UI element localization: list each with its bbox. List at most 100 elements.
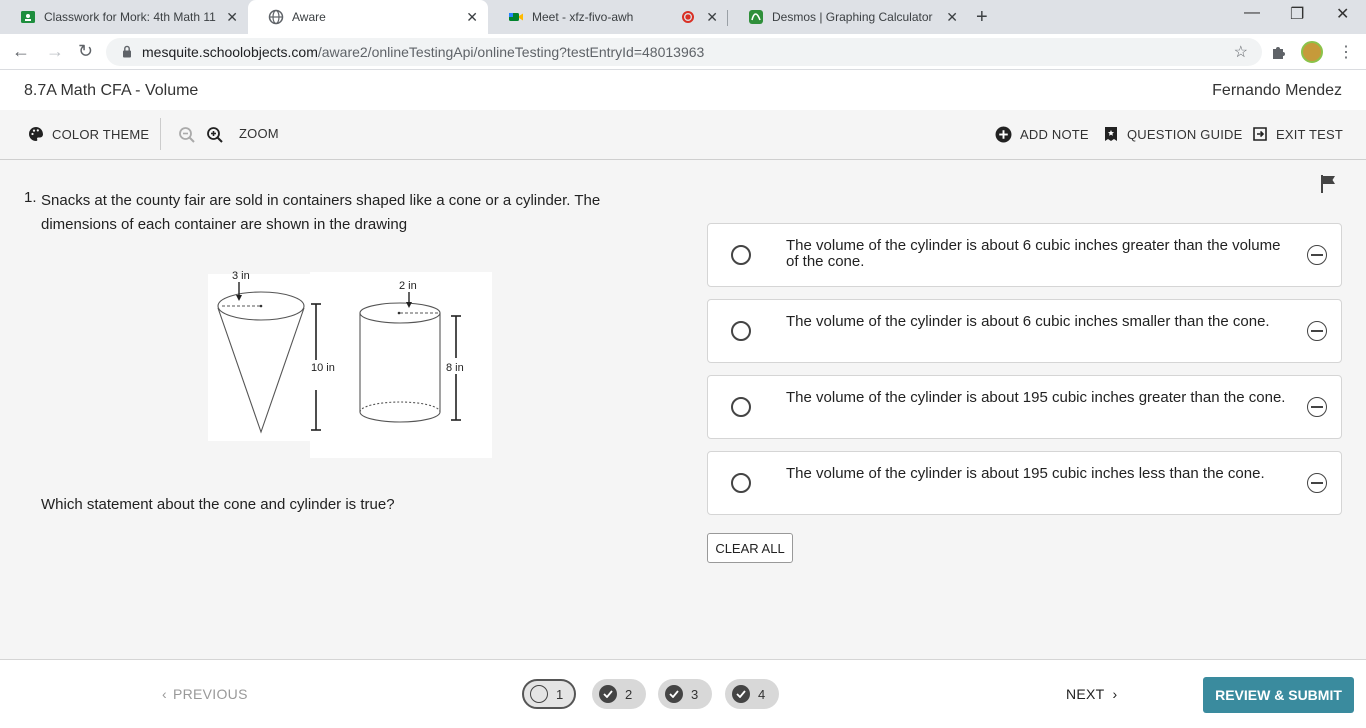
- question-nav-label: 2: [625, 686, 633, 702]
- color-theme-label: COLOR THEME: [52, 126, 150, 142]
- reload-icon[interactable]: ↻: [78, 41, 93, 62]
- address-bar[interactable]: mesquite.schoolobjects.com/aware2/online…: [106, 38, 1262, 66]
- tab-meet[interactable]: Meet - xfz-fivo-awh ✕: [488, 0, 728, 34]
- back-icon[interactable]: ←: [12, 41, 30, 62]
- question-nav-1[interactable]: 1: [522, 679, 576, 709]
- question-guide-label: QUESTION GUIDE: [1127, 126, 1243, 142]
- question-nav-label: 1: [556, 686, 564, 702]
- answer-choice-text: The volume of the cylinder is about 6 cu…: [786, 237, 1281, 270]
- profile-avatar[interactable]: [1301, 41, 1323, 63]
- answer-choice-text: The volume of the cylinder is about 6 cu…: [786, 313, 1270, 330]
- globe-icon: [268, 9, 284, 25]
- answer-choice[interactable]: The volume of the cylinder is about 195 …: [707, 375, 1342, 439]
- close-tab-icon[interactable]: ✕: [466, 9, 478, 26]
- browser-tabbar: Classwork for Mork: 4th Math 11 ✕ Aware …: [0, 0, 1366, 34]
- desmos-icon: [749, 10, 763, 24]
- question-guide-button[interactable]: QUESTION GUIDE: [1103, 126, 1242, 142]
- palette-icon: [29, 127, 43, 141]
- cone-cylinder-figure: 3 in 10 in 2 in 8 in: [208, 270, 492, 458]
- new-tab-icon[interactable]: +: [976, 6, 988, 29]
- review-submit-button[interactable]: REVIEW & SUBMIT: [1203, 677, 1354, 713]
- question-nav-label: 4: [758, 686, 766, 702]
- answer-choice-text: The volume of the cylinder is about 195 …: [786, 465, 1265, 482]
- google-classroom-icon: [21, 11, 35, 23]
- cylinder-height-label: 8 in: [446, 362, 464, 374]
- eliminate-choice-icon[interactable]: [1307, 473, 1327, 493]
- test-header: 8.7A Math CFA - Volume Fernando Mendez: [0, 70, 1366, 110]
- question-number: 1.: [24, 189, 37, 206]
- browser-toolbar: ← → ↻ mesquite.schoolobjects.com/aware2/…: [0, 34, 1366, 70]
- minimize-icon[interactable]: —: [1244, 4, 1260, 22]
- chevron-left-icon: ‹: [162, 686, 167, 702]
- question-prompt: Which statement about the cone and cylin…: [41, 496, 395, 513]
- unanswered-circle-icon: [530, 685, 548, 703]
- exit-icon: [1253, 127, 1267, 141]
- next-button[interactable]: NEXT ›: [1066, 686, 1118, 702]
- toolbar-divider: [160, 118, 161, 150]
- close-tab-icon[interactable]: ✕: [946, 9, 958, 26]
- tab-desmos[interactable]: Desmos | Graphing Calculator ✕: [728, 0, 968, 34]
- zoom-label: ZOOM: [239, 126, 279, 141]
- guide-bookmark-icon: [1105, 127, 1117, 141]
- close-tab-icon[interactable]: ✕: [706, 9, 718, 26]
- forward-icon[interactable]: →: [46, 41, 64, 62]
- answer-choice[interactable]: The volume of the cylinder is about 6 cu…: [707, 299, 1342, 363]
- exit-test-label: EXIT TEST: [1276, 126, 1344, 142]
- answer-choice[interactable]: The volume of the cylinder is about 6 cu…: [707, 223, 1342, 287]
- exit-test-button[interactable]: EXIT TEST: [1252, 126, 1343, 142]
- eliminate-choice-icon[interactable]: [1307, 397, 1327, 417]
- question-nav-label: 3: [691, 686, 699, 702]
- tab-aware[interactable]: Aware ✕: [248, 0, 488, 34]
- url-path: /aware2/onlineTestingApi/onlineTesting?t…: [317, 44, 705, 60]
- add-note-button[interactable]: ADD NOTE: [995, 126, 1089, 143]
- tab-title: Aware: [292, 10, 326, 24]
- lock-icon: [123, 45, 131, 58]
- question-nav-2[interactable]: 2: [592, 679, 646, 709]
- cylinder-radius-label: 2 in: [399, 280, 417, 292]
- url-host: mesquite.schoolobjects.com: [142, 44, 318, 60]
- answer-choice[interactable]: The volume of the cylinder is about 195 …: [707, 451, 1342, 515]
- question-nav-4[interactable]: 4: [725, 679, 779, 709]
- tab-title: Meet - xfz-fivo-awh: [532, 10, 634, 24]
- student-name: Fernando Mendez: [1212, 82, 1342, 99]
- cone-radius-label: 3 in: [232, 270, 250, 282]
- question-nav-3[interactable]: 3: [658, 679, 712, 709]
- zoom-out-icon[interactable]: [178, 126, 196, 144]
- test-toolbar: COLOR THEME ZOOM ADD NOTE QUESTION GUIDE…: [0, 110, 1366, 160]
- radio-button[interactable]: [731, 245, 751, 265]
- flag-icon[interactable]: [1320, 174, 1338, 194]
- color-theme-button[interactable]: COLOR THEME: [28, 126, 149, 142]
- bookmark-star-icon[interactable]: ☆: [1234, 42, 1248, 62]
- check-circle-icon: [732, 685, 750, 703]
- check-circle-icon: [665, 685, 683, 703]
- extensions-icon[interactable]: [1270, 43, 1288, 61]
- answer-choice-text: The volume of the cylinder is about 195 …: [786, 389, 1286, 406]
- tab-divider: [727, 10, 728, 26]
- radio-button[interactable]: [731, 473, 751, 493]
- test-title: 8.7A Math CFA - Volume: [24, 82, 199, 99]
- test-footer: ‹ PREVIOUS 1 2 3 4 NEXT › REVIEW & SUBMIT: [0, 659, 1366, 728]
- recording-icon: [682, 11, 694, 23]
- radio-button[interactable]: [731, 397, 751, 417]
- add-circle-icon: [995, 126, 1012, 143]
- close-tab-icon[interactable]: ✕: [226, 9, 238, 26]
- question-text: Snacks at the county fair are sold in co…: [41, 192, 601, 233]
- tab-title: Desmos | Graphing Calculator: [772, 10, 933, 24]
- clear-all-button[interactable]: CLEAR ALL: [707, 533, 793, 563]
- previous-label: PREVIOUS: [172, 686, 248, 702]
- zoom-in-icon[interactable]: [206, 126, 224, 144]
- eliminate-choice-icon[interactable]: [1307, 321, 1327, 341]
- chevron-right-icon: ›: [1112, 686, 1118, 702]
- tab-classwork[interactable]: Classwork for Mork: 4th Math 11 ✕: [0, 0, 248, 34]
- previous-button[interactable]: ‹ PREVIOUS: [162, 686, 248, 702]
- next-label: NEXT: [1066, 686, 1105, 702]
- close-window-icon[interactable]: ✕: [1336, 4, 1349, 24]
- restore-icon[interactable]: ❐: [1290, 4, 1304, 24]
- add-note-label: ADD NOTE: [1020, 127, 1089, 142]
- radio-button[interactable]: [731, 321, 751, 341]
- browser-menu-icon[interactable]: ⋮: [1338, 42, 1354, 62]
- eliminate-choice-icon[interactable]: [1307, 245, 1327, 265]
- check-circle-icon: [599, 685, 617, 703]
- google-meet-icon: [509, 13, 523, 21]
- url-text: mesquite.schoolobjects.com/aware2/online…: [142, 44, 704, 60]
